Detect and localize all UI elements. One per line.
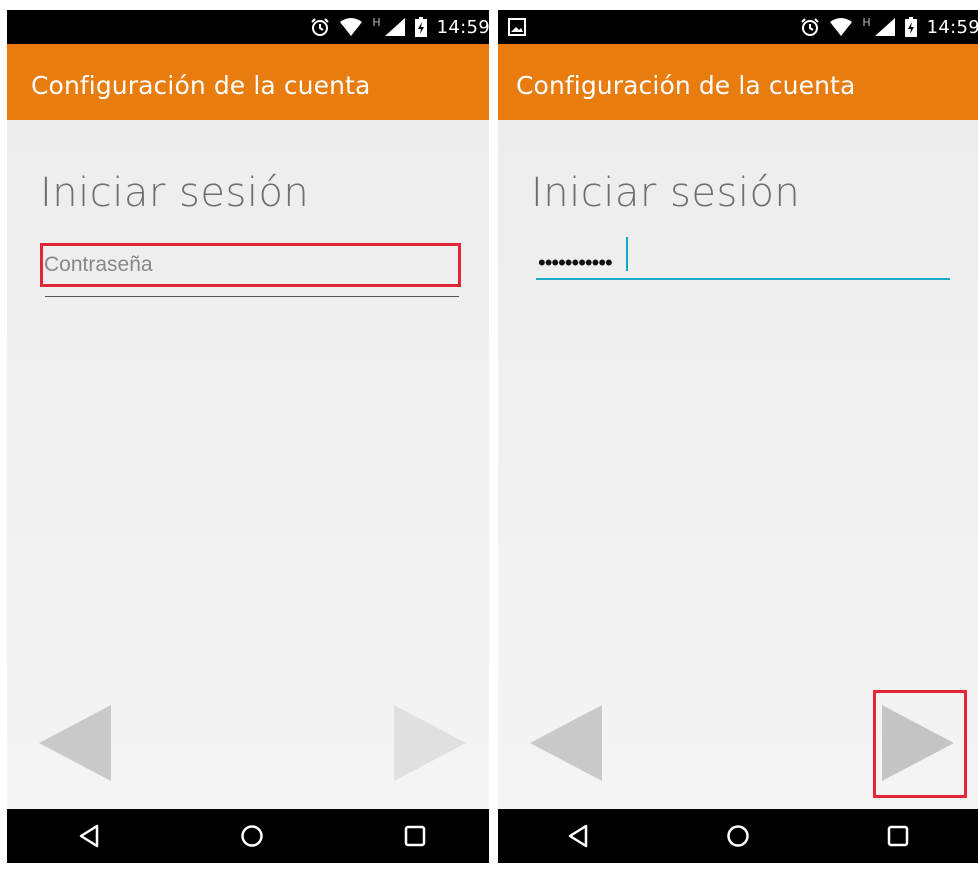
alarm-icon bbox=[310, 17, 330, 37]
status-time: 14:59 bbox=[926, 16, 978, 38]
back-arrow-button[interactable] bbox=[39, 705, 111, 781]
screen-divider bbox=[489, 10, 498, 863]
page-title: Iniciar sesión bbox=[40, 170, 310, 216]
left-screen: H 14:59 Configuración de la cuenta Inici… bbox=[7, 10, 496, 863]
app-bar: Configuración de la cuenta bbox=[498, 44, 978, 120]
text-cursor bbox=[626, 237, 628, 271]
field-underline bbox=[45, 296, 459, 297]
status-time: 14:59 bbox=[436, 16, 490, 38]
wifi-icon bbox=[340, 18, 363, 36]
signal-icon bbox=[874, 18, 895, 36]
wifi-icon bbox=[830, 18, 853, 36]
content-area: Iniciar sesión ••••••••••• bbox=[498, 120, 978, 809]
system-nav-bar bbox=[498, 809, 978, 863]
h-network-icon: H bbox=[862, 15, 871, 29]
h-network-icon: H bbox=[372, 15, 381, 29]
field-underline-focused bbox=[536, 278, 950, 280]
highlight-box-next bbox=[873, 690, 967, 798]
recents-nav-icon[interactable] bbox=[878, 816, 918, 856]
home-nav-icon[interactable] bbox=[718, 816, 758, 856]
next-arrow-button[interactable] bbox=[394, 705, 466, 781]
back-nav-icon[interactable] bbox=[558, 816, 598, 856]
password-input[interactable]: ••••••••••• bbox=[538, 250, 613, 276]
status-bar: H 14:59 bbox=[498, 10, 978, 44]
alarm-icon bbox=[800, 17, 820, 37]
content-area: Iniciar sesión bbox=[7, 120, 496, 809]
page-title: Iniciar sesión bbox=[531, 170, 801, 216]
image-notification-icon bbox=[508, 18, 526, 41]
back-arrow-button[interactable] bbox=[530, 705, 602, 781]
recents-nav-icon[interactable] bbox=[395, 816, 435, 856]
app-bar-title: Configuración de la cuenta bbox=[516, 71, 856, 100]
status-bar: H 14:59 bbox=[7, 10, 496, 44]
battery-icon bbox=[414, 17, 427, 37]
back-nav-icon[interactable] bbox=[69, 816, 109, 856]
highlight-box-password bbox=[40, 243, 461, 287]
system-nav-bar bbox=[7, 809, 496, 863]
right-screen: H 14:59 Configuración de la cuenta Inici… bbox=[498, 10, 978, 863]
app-bar-title: Configuración de la cuenta bbox=[31, 71, 371, 100]
home-nav-icon[interactable] bbox=[232, 816, 272, 856]
signal-icon bbox=[384, 18, 405, 36]
app-bar: Configuración de la cuenta bbox=[7, 44, 496, 120]
battery-icon bbox=[904, 17, 917, 37]
